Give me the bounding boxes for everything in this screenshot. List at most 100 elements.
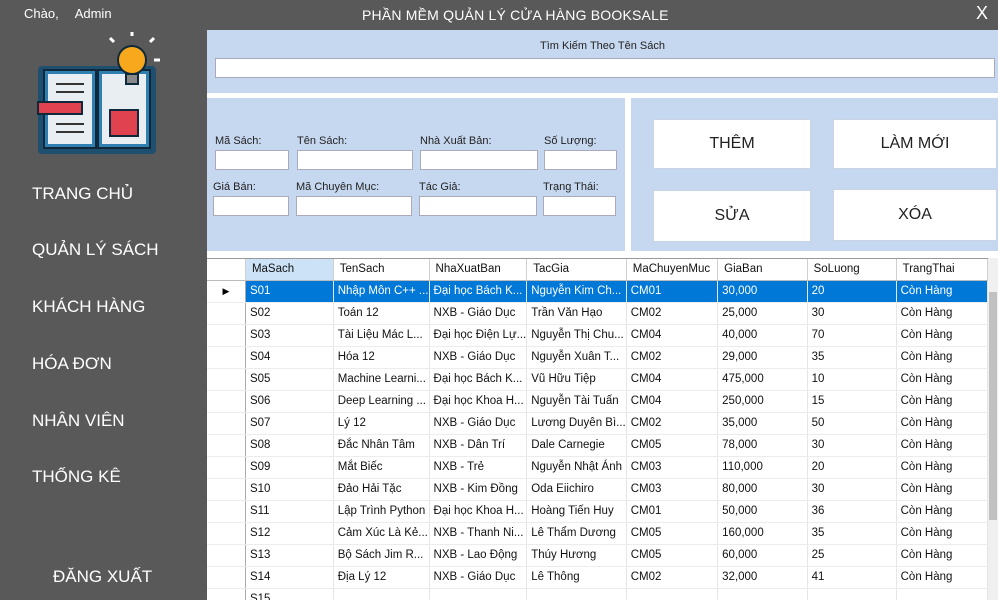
row-header[interactable] — [207, 588, 246, 600]
sidebar-item-hoa-don[interactable]: HÓA ĐƠN — [32, 354, 112, 374]
column-header-tacgia[interactable]: TacGia — [526, 259, 627, 281]
table-cell-masach[interactable]: S07 — [245, 412, 334, 435]
table-cell-masach[interactable]: S10 — [245, 478, 334, 501]
tac-gia-field[interactable] — [419, 196, 537, 216]
table-cell-tensach[interactable]: Mắt Biếc — [333, 456, 430, 479]
scrollbar-thumb[interactable] — [989, 292, 997, 520]
table-cell-soluong[interactable]: 20 — [807, 456, 897, 479]
column-header-giaban[interactable]: GiaBan — [717, 259, 808, 281]
table-cell-soluong[interactable]: 15 — [807, 390, 897, 413]
table-cell-trangthai[interactable]: Còn Hàng — [896, 566, 988, 589]
table-cell-soluong[interactable]: 30 — [807, 478, 897, 501]
table-cell-tacgia[interactable]: Lương Duyên Bì... — [526, 412, 627, 435]
table-cell-soluong[interactable]: 41 — [807, 566, 897, 589]
table-cell-soluong[interactable]: 70 — [807, 324, 897, 347]
table-cell-nhaxuatban[interactable]: Đại học Bách K... — [429, 368, 528, 391]
table-cell-soluong[interactable]: 25 — [807, 544, 897, 567]
table-cell-machuyenmuc[interactable]: CM02 — [626, 346, 719, 369]
row-header[interactable] — [207, 412, 246, 435]
ten-sach-field[interactable] — [297, 150, 413, 170]
table-cell-soluong[interactable]: 35 — [807, 346, 897, 369]
table-cell-trangthai[interactable]: Còn Hàng — [896, 324, 988, 347]
table-row[interactable]: S13 Bộ Sách Jim R... NXB - Lao Động Thúy Hư… — [207, 544, 988, 567]
table-cell-nhaxuatban[interactable]: NXB - Thanh Ni... — [429, 522, 528, 545]
table-cell-machuyenmuc[interactable]: CM02 — [626, 302, 719, 325]
table-cell-nhaxuatban[interactable]: NXB - Lao Động — [429, 544, 528, 567]
trang-thai-field[interactable] — [543, 196, 616, 216]
table-cell-masach[interactable]: S05 — [245, 368, 334, 391]
table-cell-nhaxuatban[interactable]: Đại học Khoa H... — [429, 500, 528, 523]
table-cell-tacgia[interactable]: Nguyễn Nhật Ánh — [526, 456, 627, 479]
table-cell-masach[interactable]: S06 — [245, 390, 334, 413]
table-cell-tacgia[interactable]: Nguyễn Thị Chu... — [526, 324, 627, 347]
table-cell-trangthai[interactable]: Còn Hàng — [896, 434, 988, 457]
table-row[interactable]: S09 Mắt Biếc NXB - Trẻ Nguyễn Nhật Ánh CM03 1… — [207, 456, 988, 479]
table-row[interactable]: S04 Hóa 12 NXB - Giáo Dục Nguyễn Xuân T... C… — [207, 346, 988, 369]
table-cell-masach[interactable]: S08 — [245, 434, 334, 457]
column-header-nhaxuatban[interactable]: NhaXuatBan — [429, 259, 528, 281]
table-row[interactable]: S08 Đắc Nhân Tâm NXB - Dân Trí Dale Carnegi… — [207, 434, 988, 457]
table-cell-soluong[interactable]: 30 — [807, 302, 897, 325]
table-cell-soluong[interactable]: 30 — [807, 434, 897, 457]
close-button[interactable]: X — [976, 3, 988, 24]
xoa-button[interactable]: XÓA — [833, 189, 997, 241]
sidebar-item-quan-ly-sach[interactable]: QUẢN LÝ SÁCH — [32, 240, 159, 260]
table-cell-nhaxuatban[interactable]: Đại học Bách K... — [429, 280, 528, 303]
table-cell-tacgia[interactable]: Nguyễn Tài Tuấn — [526, 390, 627, 413]
table-cell-giaban[interactable]: 80,000 — [717, 478, 808, 501]
logout-button[interactable]: ĐĂNG XUẤT — [53, 567, 152, 587]
table-row[interactable]: S07 Lý 12 NXB - Giáo Dục Lương Duyên Bì... C… — [207, 412, 988, 435]
table-cell-masach[interactable]: S13 — [245, 544, 334, 567]
table-cell-tensach[interactable]: Cảm Xúc Là Kẻ... — [333, 522, 430, 545]
table-cell-masach[interactable]: S03 — [245, 324, 334, 347]
table-cell-giaban[interactable]: 78,000 — [717, 434, 808, 457]
table-cell-trangthai[interactable]: Còn Hàng — [896, 280, 988, 303]
table-cell-trangthai[interactable]: Còn Hàng — [896, 302, 988, 325]
table-cell-masach[interactable]: S09 — [245, 456, 334, 479]
column-header-tensach[interactable]: TenSach — [333, 259, 430, 281]
row-header[interactable] — [207, 456, 246, 479]
table-row[interactable]: S14 Địa Lý 12 NXB - Giáo Dục Lê Thông CM02 32… — [207, 566, 988, 589]
table-cell-tacgia[interactable]: Thúy Hương — [526, 544, 627, 567]
vertical-scrollbar[interactable] — [988, 258, 998, 600]
sidebar-item-thong-ke[interactable]: THỐNG KÊ — [32, 467, 121, 487]
table-cell-nhaxuatban[interactable]: NXB - Giáo Dục — [429, 412, 528, 435]
table-cell-machuyenmuc[interactable]: CM04 — [626, 324, 719, 347]
ma-sach-field[interactable] — [215, 150, 289, 170]
table-cell-giaban[interactable]: 110,000 — [717, 456, 808, 479]
table-cell-tensach[interactable]: Đắc Nhân Tâm — [333, 434, 430, 457]
table-cell-giaban[interactable]: 35,000 — [717, 412, 808, 435]
table-row[interactable]: S12 Cảm Xúc Là Kẻ... NXB - Thanh Ni... Lê T… — [207, 522, 988, 545]
table-cell-tensach[interactable]: Đảo Hải Tặc — [333, 478, 430, 501]
table-cell-nhaxuatban[interactable]: NXB - Dân Trí — [429, 434, 528, 457]
table-cell-masach[interactable]: S15 — [245, 588, 334, 600]
lam-moi-button[interactable]: LÀM MỚI — [833, 119, 997, 169]
row-header[interactable] — [207, 566, 246, 589]
table-cell-tacgia[interactable]: Hoàng Tiến Huy — [526, 500, 627, 523]
row-header[interactable] — [207, 302, 246, 325]
table-row[interactable]: S06 Deep Learning ... Đại học Khoa H... Ngu… — [207, 390, 988, 413]
table-cell-nhaxuatban[interactable]: NXB - Giáo Dục — [429, 566, 528, 589]
table-cell-masach[interactable]: S12 — [245, 522, 334, 545]
row-header[interactable] — [207, 434, 246, 457]
table-cell-tensach[interactable]: Toán 12 — [333, 302, 430, 325]
table-cell-tensach[interactable]: Lý 12 — [333, 412, 430, 435]
table-cell-giaban[interactable]: 29,000 — [717, 346, 808, 369]
table-cell-machuyenmuc[interactable]: CM05 — [626, 434, 719, 457]
table-cell-tacgia[interactable]: Lê Thẩm Dương — [526, 522, 627, 545]
table-cell-giaban[interactable]: 60,000 — [717, 544, 808, 567]
ma-chuyen-muc-field[interactable] — [296, 196, 412, 216]
table-cell-trangthai[interactable]: Còn Hàng — [896, 456, 988, 479]
column-header-masach[interactable]: MaSach — [245, 259, 334, 281]
table-cell-trangthai[interactable]: Còn Hàng — [896, 500, 988, 523]
table-cell-tensach[interactable] — [333, 588, 430, 600]
table-cell-giaban[interactable]: 250,000 — [717, 390, 808, 413]
table-cell-machuyenmuc[interactable]: CM04 — [626, 368, 719, 391]
table-cell-tacgia[interactable]: Nguyễn Kim Ch... — [526, 280, 627, 303]
table-cell-machuyenmuc[interactable]: CM05 — [626, 522, 719, 545]
table-cell-giaban[interactable]: 475,000 — [717, 368, 808, 391]
table-cell-nhaxuatban[interactable]: NXB - Trẻ — [429, 456, 528, 479]
table-cell-masach[interactable]: S01 — [245, 280, 334, 303]
table-cell-soluong[interactable]: 35 — [807, 522, 897, 545]
table-cell-masach[interactable]: S14 — [245, 566, 334, 589]
